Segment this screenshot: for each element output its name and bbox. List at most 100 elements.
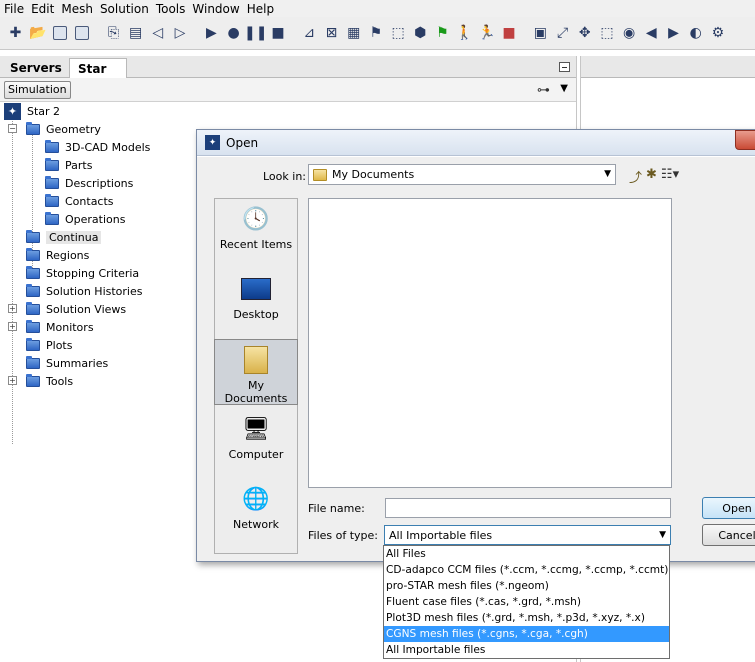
run-icon[interactable]: ▶ [202,24,221,43]
scene-icon[interactable]: ▣ [531,24,550,43]
pause-icon[interactable]: ❚❚ [244,24,267,43]
tree-item-3d-cad-models[interactable]: 3D-CAD Models [45,138,150,156]
menu-tools[interactable]: Tools [152,0,189,16]
files-of-type-combo[interactable]: All Importable files ▼ [384,525,671,545]
menu-window[interactable]: Window [188,0,242,16]
place-my-documents[interactable]: My Documents [214,339,298,405]
surface-icon[interactable]: ⚑ [366,24,385,43]
copy-icon[interactable]: ⎘ [104,24,123,43]
tree-item-operations[interactable]: Operations [45,210,125,228]
open-icon[interactable]: 📂 [28,24,47,43]
left-arrow-icon[interactable]: ◀ [642,24,661,43]
simulation-button[interactable]: Simulation [4,81,71,99]
walk-icon[interactable]: 🚶 [455,24,474,43]
flag-icon[interactable]: ⚑ [433,24,452,43]
tree-root[interactable]: ✦ Star 2 [4,102,60,120]
save-icon[interactable] [50,24,69,43]
place-computer[interactable]: 🖥 Computer [215,409,297,475]
desktop-icon [240,274,272,304]
expand-icon[interactable]: + [8,304,17,313]
tree-item-label: Parts [65,158,93,172]
type-option-fluent[interactable]: Fluent case files (*.cas, *.grd, *.msh) [384,594,669,610]
forward-icon[interactable]: ▷ [171,24,190,43]
mesh-icon[interactable]: ⊿ [300,24,319,43]
view-icon[interactable]: ◐ [686,24,705,43]
folder-icon [26,229,40,243]
file-list[interactable] [308,198,672,488]
save-all-icon[interactable] [73,24,92,43]
tree-item-plots[interactable]: Plots [26,336,72,354]
type-option-cgns[interactable]: CGNS mesh files (*.cgns, *.cga, *.cgh) [384,626,669,642]
minimize-icon[interactable] [559,62,570,72]
step-icon[interactable]: ● [224,24,243,43]
stop-icon[interactable]: ■ [268,24,287,43]
new-folder-icon[interactable]: ✱ [646,167,657,186]
type-option-prostar[interactable]: pro-STAR mesh files (*.ngeom) [384,578,669,594]
file-name-field[interactable] [385,498,671,518]
tree-item-solution-views[interactable]: + Solution Views [8,300,126,318]
camera-icon[interactable]: ◉ [620,24,639,43]
generate-mesh-icon[interactable]: ⊠ [322,24,341,43]
cancel-button[interactable]: Cancel [702,524,755,546]
menu-help[interactable]: Help [243,0,277,16]
folder-icon [313,168,327,181]
clear-mesh-icon[interactable]: ▦ [344,24,363,43]
right-arrow-icon[interactable]: ▶ [664,24,683,43]
folder-icon [26,337,40,351]
tree-item-solution-histories[interactable]: Solution Histories [26,282,143,300]
star-logo-icon: ✦ [4,102,21,120]
star-logo-icon: ✦ [205,135,220,150]
tree-item-continua[interactable]: Continua [26,228,102,246]
place-desktop[interactable]: Desktop [215,269,297,335]
zoom-icon[interactable]: ✥ [575,24,594,43]
collapse-icon[interactable]: − [8,124,17,133]
settings-icon[interactable]: ⚙ [708,24,727,43]
tree-item-descriptions[interactable]: Descriptions [45,174,133,192]
folder-icon [45,139,59,153]
tree-item-label: Summaries [46,356,109,370]
back-icon[interactable]: ◁ [148,24,167,43]
paste-icon[interactable]: ▤ [126,24,145,43]
tree-item-regions[interactable]: Regions [26,246,89,264]
chevron-down-icon[interactable]: ▼ [560,83,568,94]
look-in-combo[interactable]: My Documents ▼ [308,164,616,185]
dialog-titlebar[interactable]: ✦ Open [197,130,755,156]
close-icon[interactable] [735,130,755,150]
tree-view-icon[interactable]: ⊶ [537,83,550,98]
place-label: My Documents [224,379,288,405]
place-label: Recent Items [219,238,293,251]
tree-item-geometry[interactable]: − Geometry [8,120,101,138]
menu-file[interactable]: File [0,0,27,16]
tree-item-contacts[interactable]: Contacts [45,192,114,210]
place-network[interactable]: 🌐 Network [215,479,297,545]
halt-icon[interactable]: ■ [500,24,519,43]
up-folder-icon[interactable]: ⤴ [629,167,642,186]
tree-item-stopping-criteria[interactable]: Stopping Criteria [26,264,139,282]
menu-mesh[interactable]: Mesh [57,0,96,16]
tree-item-summaries[interactable]: Summaries [26,354,108,372]
type-option-all-files[interactable]: All Files [384,546,669,562]
menu-solution[interactable]: Solution [96,0,152,16]
open-button[interactable]: Open [702,497,755,519]
tab-servers[interactable]: Servers [2,58,70,78]
run-person-icon[interactable]: 🏃 [477,24,496,43]
type-option-plot3d[interactable]: Plot3D mesh files (*.grd, *.msh, *.p3d, … [384,610,669,626]
type-option-ccm[interactable]: CD-adapco CCM files (*.ccm, *.ccmg, *.cc… [384,562,669,578]
cube-icon[interactable]: ⬢ [411,24,430,43]
select-icon[interactable]: ⬚ [597,24,616,43]
new-sim-icon[interactable]: ✚ [6,24,25,43]
view-menu-icon[interactable]: ☷▾ [661,167,679,186]
fit-icon[interactable]: ⤢ [553,24,572,43]
tree-item-monitors[interactable]: + Monitors [8,318,94,336]
expand-icon[interactable]: + [8,376,17,385]
volume-icon[interactable]: ⬚ [389,24,408,43]
type-option-all-importable[interactable]: All Importable files [384,642,669,658]
tree-item-parts[interactable]: Parts [45,156,92,174]
menu-bar: File Edit Mesh Solution Tools Window Help [0,0,755,17]
expand-icon[interactable]: + [8,322,17,331]
tab-star2[interactable]: Star 2✖ [69,58,127,90]
tree-root-label: Star 2 [27,104,61,118]
place-recent-items[interactable]: 🕓 Recent Items [215,199,297,265]
menu-edit[interactable]: Edit [27,0,57,16]
tree-item-tools[interactable]: + Tools [8,372,73,390]
